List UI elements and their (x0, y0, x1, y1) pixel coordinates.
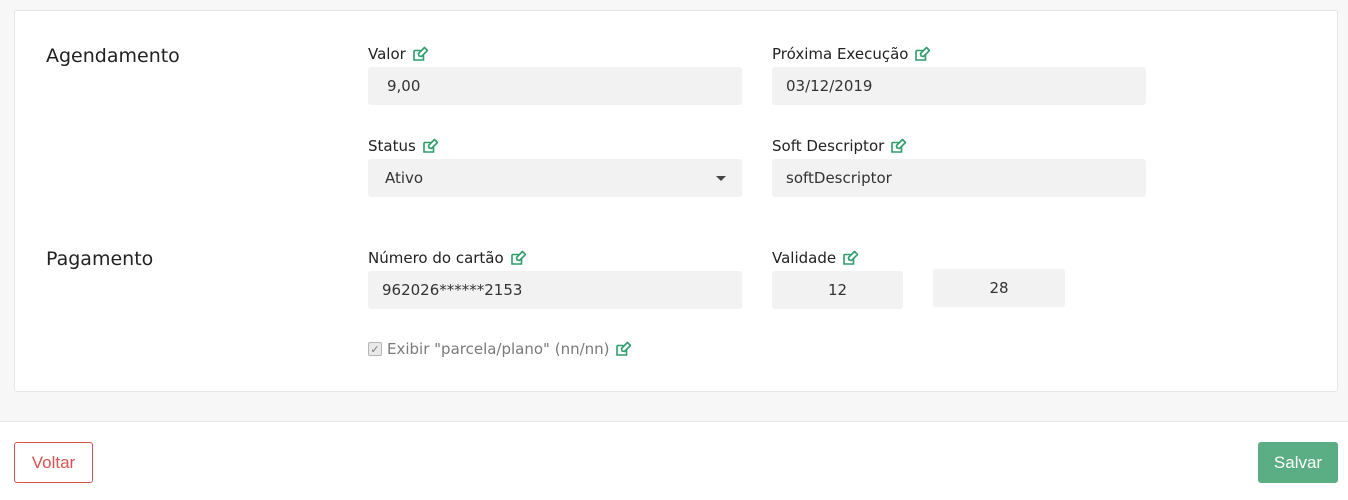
numero-cartao-label: Número do cartão (368, 249, 526, 267)
soft-descriptor-label: Soft Descriptor (772, 137, 907, 155)
status-label: Status (368, 137, 438, 155)
proxima-execucao-edit-icon[interactable] (914, 46, 931, 62)
salvar-button[interactable]: Salvar (1258, 442, 1338, 483)
numero-cartao-input[interactable]: 962026******2153 (368, 271, 742, 309)
status-select[interactable]: Ativo (368, 159, 742, 197)
valor-label-text: Valor (368, 45, 406, 63)
validade-edit-icon[interactable] (842, 250, 859, 266)
validade-label: Validade (772, 249, 859, 267)
form-card: Agendamento Pagamento Valor 9,00 Próxima… (14, 10, 1338, 392)
numero-cartao-edit-icon[interactable] (510, 250, 526, 266)
proxima-execucao-input[interactable]: 03/12/2019 (772, 67, 1146, 105)
validade-month-input[interactable]: 12 (772, 271, 903, 309)
soft-descriptor-value: softDescriptor (786, 169, 892, 187)
proxima-execucao-value: 03/12/2019 (786, 77, 873, 95)
proxima-execucao-label-text: Próxima Execução (772, 45, 909, 63)
status-value: Ativo (385, 169, 424, 187)
status-edit-icon[interactable] (422, 138, 438, 154)
chevron-down-icon[interactable] (716, 176, 726, 181)
valor-edit-icon[interactable] (412, 46, 428, 62)
section-title-agendamento: Agendamento (46, 45, 180, 67)
numero-cartao-label-text: Número do cartão (368, 249, 504, 267)
validade-year-input[interactable]: 28 (933, 269, 1065, 307)
validade-year-value: 28 (989, 279, 1009, 297)
validade-month-value: 12 (827, 281, 848, 299)
voltar-button[interactable]: Voltar (14, 442, 93, 483)
validade-label-text: Validade (772, 249, 837, 267)
valor-label: Valor (368, 45, 428, 63)
soft-descriptor-input[interactable]: softDescriptor (772, 159, 1146, 197)
exibir-parcela-edit-icon[interactable] (615, 341, 631, 357)
exibir-parcela-checkbox[interactable]: ✓ (368, 342, 382, 356)
soft-descriptor-label-text: Soft Descriptor (772, 137, 885, 155)
numero-cartao-value: 962026******2153 (382, 281, 523, 299)
valor-value: 9,00 (387, 77, 421, 95)
footer-bar: Voltar Salvar (0, 421, 1348, 500)
exibir-parcela-label: Exibir "parcela/plano" (nn/nn) (387, 340, 610, 358)
status-label-text: Status (368, 137, 416, 155)
proxima-execucao-label: Próxima Execução (772, 45, 931, 63)
valor-input[interactable]: 9,00 (368, 67, 742, 105)
exibir-parcela-row: ✓ Exibir "parcela/plano" (nn/nn) (368, 340, 631, 358)
section-title-pagamento: Pagamento (46, 248, 154, 270)
soft-descriptor-edit-icon[interactable] (890, 138, 907, 154)
